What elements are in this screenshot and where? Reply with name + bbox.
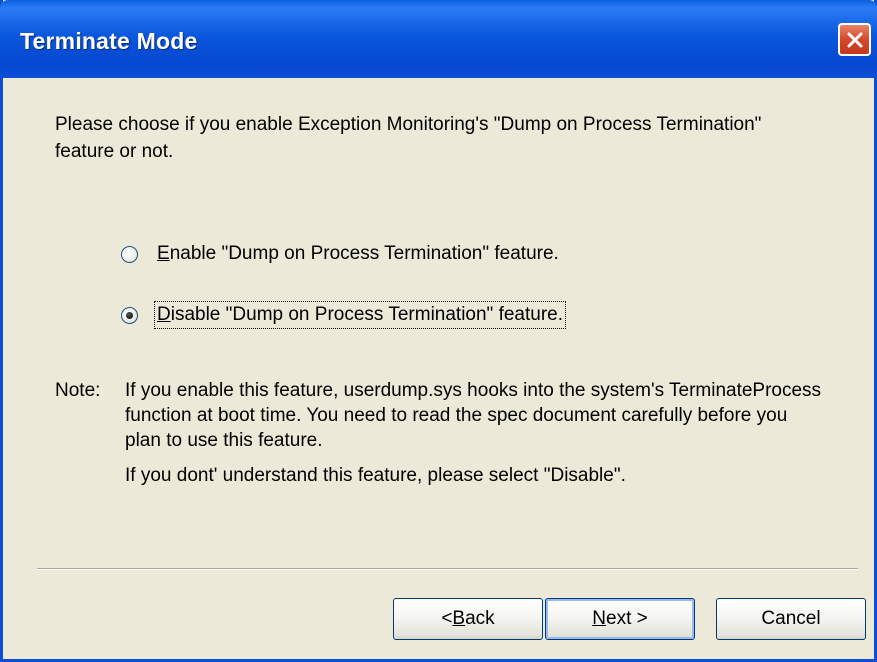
radio-label-enable[interactable]: Enable "Dump on Process Termination" fea… <box>154 241 562 267</box>
dialog-content: Please choose if you enable Exception Mo… <box>3 78 874 659</box>
radio-label-disable[interactable]: Disable "Dump on Process Termination" fe… <box>154 301 567 329</box>
note-paragraph-1: If you enable this feature, userdump.sys… <box>125 380 822 451</box>
window-title: Terminate Mode <box>20 28 198 54</box>
radio-option-enable[interactable]: Enable "Dump on Process Termination" fea… <box>121 239 562 269</box>
radio-unchecked-icon[interactable] <box>121 245 138 263</box>
title-bar[interactable]: Terminate Mode <box>0 0 877 78</box>
note-label: Note: <box>55 380 101 401</box>
next-button[interactable]: Next > <box>545 598 695 640</box>
radio-option-disable[interactable]: Disable "Dump on Process Termination" fe… <box>121 300 567 330</box>
dialog-window: Terminate Mode Please choose if you enab… <box>0 0 877 662</box>
note-paragraph-2: If you dont' understand this feature, pl… <box>125 465 626 486</box>
radio-checked-icon[interactable] <box>121 306 138 324</box>
back-button[interactable]: < Back <box>393 598 543 640</box>
close-button[interactable] <box>838 23 871 56</box>
note-body: If you enable this feature, userdump.sys… <box>125 378 825 488</box>
separator-line <box>37 568 858 570</box>
cancel-button[interactable]: Cancel <box>716 598 866 640</box>
intro-text: Please choose if you enable Exception Mo… <box>55 114 762 162</box>
close-icon <box>847 32 862 47</box>
radio-dot-icon <box>126 311 133 319</box>
